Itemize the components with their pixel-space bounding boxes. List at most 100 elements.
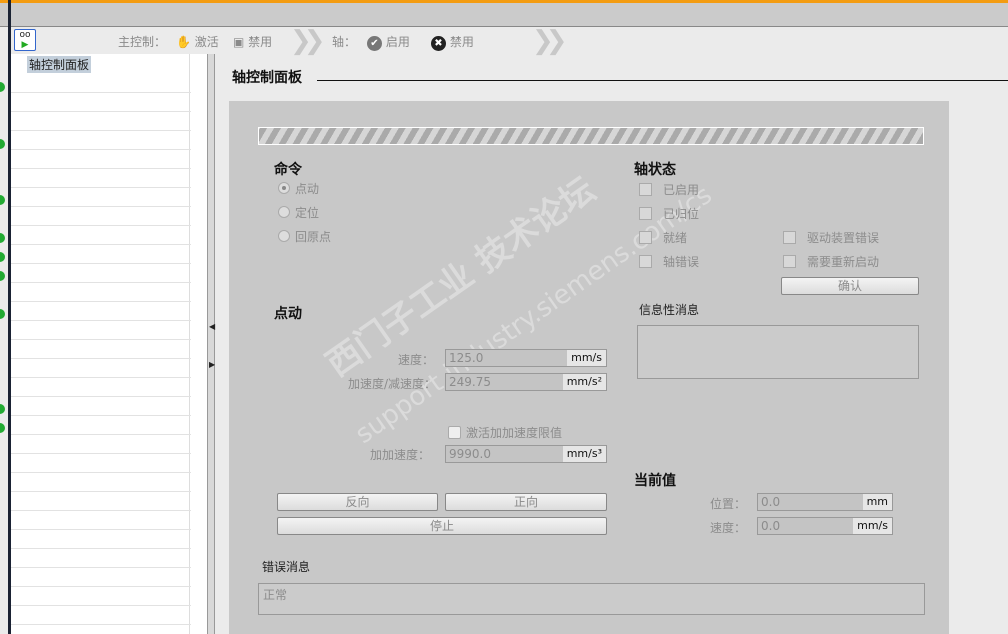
tree-row (11, 605, 191, 606)
reverse-button[interactable]: 反向 (277, 493, 438, 511)
tree-row (11, 282, 191, 283)
radio-1[interactable] (278, 206, 290, 218)
title-bar (0, 0, 1008, 27)
jerk-enable-label: 激活加加速度限值 (466, 426, 563, 440)
tree-row (11, 415, 191, 416)
stop-button[interactable]: 停止 (277, 517, 607, 535)
status-label: 就绪 (663, 231, 688, 245)
tree-row (11, 491, 191, 492)
radio-2[interactable] (278, 230, 290, 242)
jerk-label: 加加速度： (370, 448, 431, 462)
acc-input[interactable]: 249.75 mm/s² (445, 373, 607, 391)
acc-label: 加速度/减速度： (348, 377, 437, 391)
current-values-title: 当前值 (634, 473, 676, 489)
tree-row (11, 263, 191, 264)
chevron-icon: ❯❯ (290, 26, 325, 56)
jerk-enable-checkbox[interactable] (448, 426, 461, 439)
splitter[interactable] (207, 54, 215, 634)
tree-row (11, 377, 191, 378)
tree-row (11, 624, 191, 625)
tree-item-axis-control-panel[interactable]: 轴控制面板 (27, 56, 92, 73)
status-indicator (639, 231, 652, 244)
status-indicator (639, 207, 652, 220)
status-ok-icon (0, 309, 5, 319)
tree-row (11, 225, 191, 226)
tree-row (11, 472, 191, 473)
tree-row (11, 130, 191, 131)
jerk-input[interactable]: 9990.0 mm/s³ (445, 445, 607, 463)
status-stripe (258, 127, 924, 145)
command-option-label: 点动 (295, 182, 320, 196)
speed-label: 速度： (398, 353, 435, 367)
tree-row (11, 586, 191, 587)
tree-row (11, 187, 191, 188)
position-label: 位置： (710, 497, 747, 511)
tree-row (11, 111, 191, 112)
status-label: 已归位 (663, 207, 700, 221)
current-speed-value: 0.0 mm/s (757, 517, 893, 535)
collapse-left-icon[interactable]: ◀ (209, 322, 215, 331)
tree-row (11, 358, 191, 359)
tree-row (11, 301, 191, 302)
info-message-box (637, 325, 919, 379)
command-title: 命令 (274, 162, 302, 178)
tree-row (11, 92, 191, 93)
main-control-label: 主控制： (118, 35, 167, 49)
tree-row (11, 548, 191, 549)
tree-row (11, 567, 191, 568)
status-label: 轴错误 (663, 255, 700, 269)
tree-row (11, 510, 191, 511)
status-label: 需要重新启动 (807, 255, 880, 269)
error-message-box: 正常 (258, 583, 925, 615)
position-value: 0.0 mm (757, 493, 893, 511)
tree-row (11, 529, 191, 530)
radio-0[interactable] (278, 182, 290, 194)
chevron-icon: ❯❯ (532, 26, 567, 56)
check-icon: ✔ (367, 36, 382, 51)
enable-button[interactable]: ✔ 启用 (367, 33, 410, 51)
pc-icon: ▣ (233, 35, 245, 49)
activate-button[interactable]: ✋ 激活 (176, 33, 219, 50)
status-ok-icon (0, 233, 5, 243)
command-option-label: 回原点 (295, 230, 332, 244)
title-underline (317, 80, 1008, 81)
status-indicator (783, 231, 796, 244)
expand-right-icon[interactable]: ▶ (209, 360, 215, 369)
info-title: 信息性消息 (639, 303, 700, 317)
tree-row (11, 434, 191, 435)
status-ok-icon (0, 423, 5, 433)
disable-control-button[interactable]: ▣ 禁用 (233, 33, 272, 50)
jog-title: 点动 (274, 306, 302, 322)
axis-status-title: 轴状态 (634, 162, 676, 178)
speed-input[interactable]: 125.0 mm/s (445, 349, 607, 367)
status-ok-icon (0, 252, 5, 262)
confirm-button[interactable]: 确认 (781, 277, 919, 295)
status-label: 已启用 (663, 183, 700, 197)
tree-row (11, 149, 191, 150)
status-indicator (783, 255, 796, 268)
disable-axis-button[interactable]: ✖ 禁用 (431, 33, 474, 51)
forward-button[interactable]: 正向 (445, 493, 607, 511)
page-title: 轴控制面板 (232, 70, 302, 86)
command-option-label: 定位 (295, 206, 320, 220)
tree-row (11, 453, 191, 454)
tree-row (11, 396, 191, 397)
status-label: 驱动装置错误 (807, 231, 880, 245)
status-ok-icon (0, 271, 5, 281)
x-icon: ✖ (431, 36, 446, 51)
monitor-icon[interactable]: oo ▶ (14, 29, 36, 51)
tree-row (11, 320, 191, 321)
tree-row (11, 339, 191, 340)
project-tree: 轴控制面板 (11, 54, 207, 634)
status-ok-icon (0, 139, 5, 149)
status-indicator (639, 255, 652, 268)
hand-icon: ✋ (176, 35, 191, 49)
current-speed-label: 速度： (710, 521, 747, 535)
status-indicator (639, 183, 652, 196)
error-title: 错误消息 (262, 560, 311, 574)
tree-row (11, 244, 191, 245)
status-ok-icon (0, 82, 5, 92)
tree-row (11, 206, 191, 207)
tree-row (11, 168, 191, 169)
status-ok-icon (0, 404, 5, 414)
